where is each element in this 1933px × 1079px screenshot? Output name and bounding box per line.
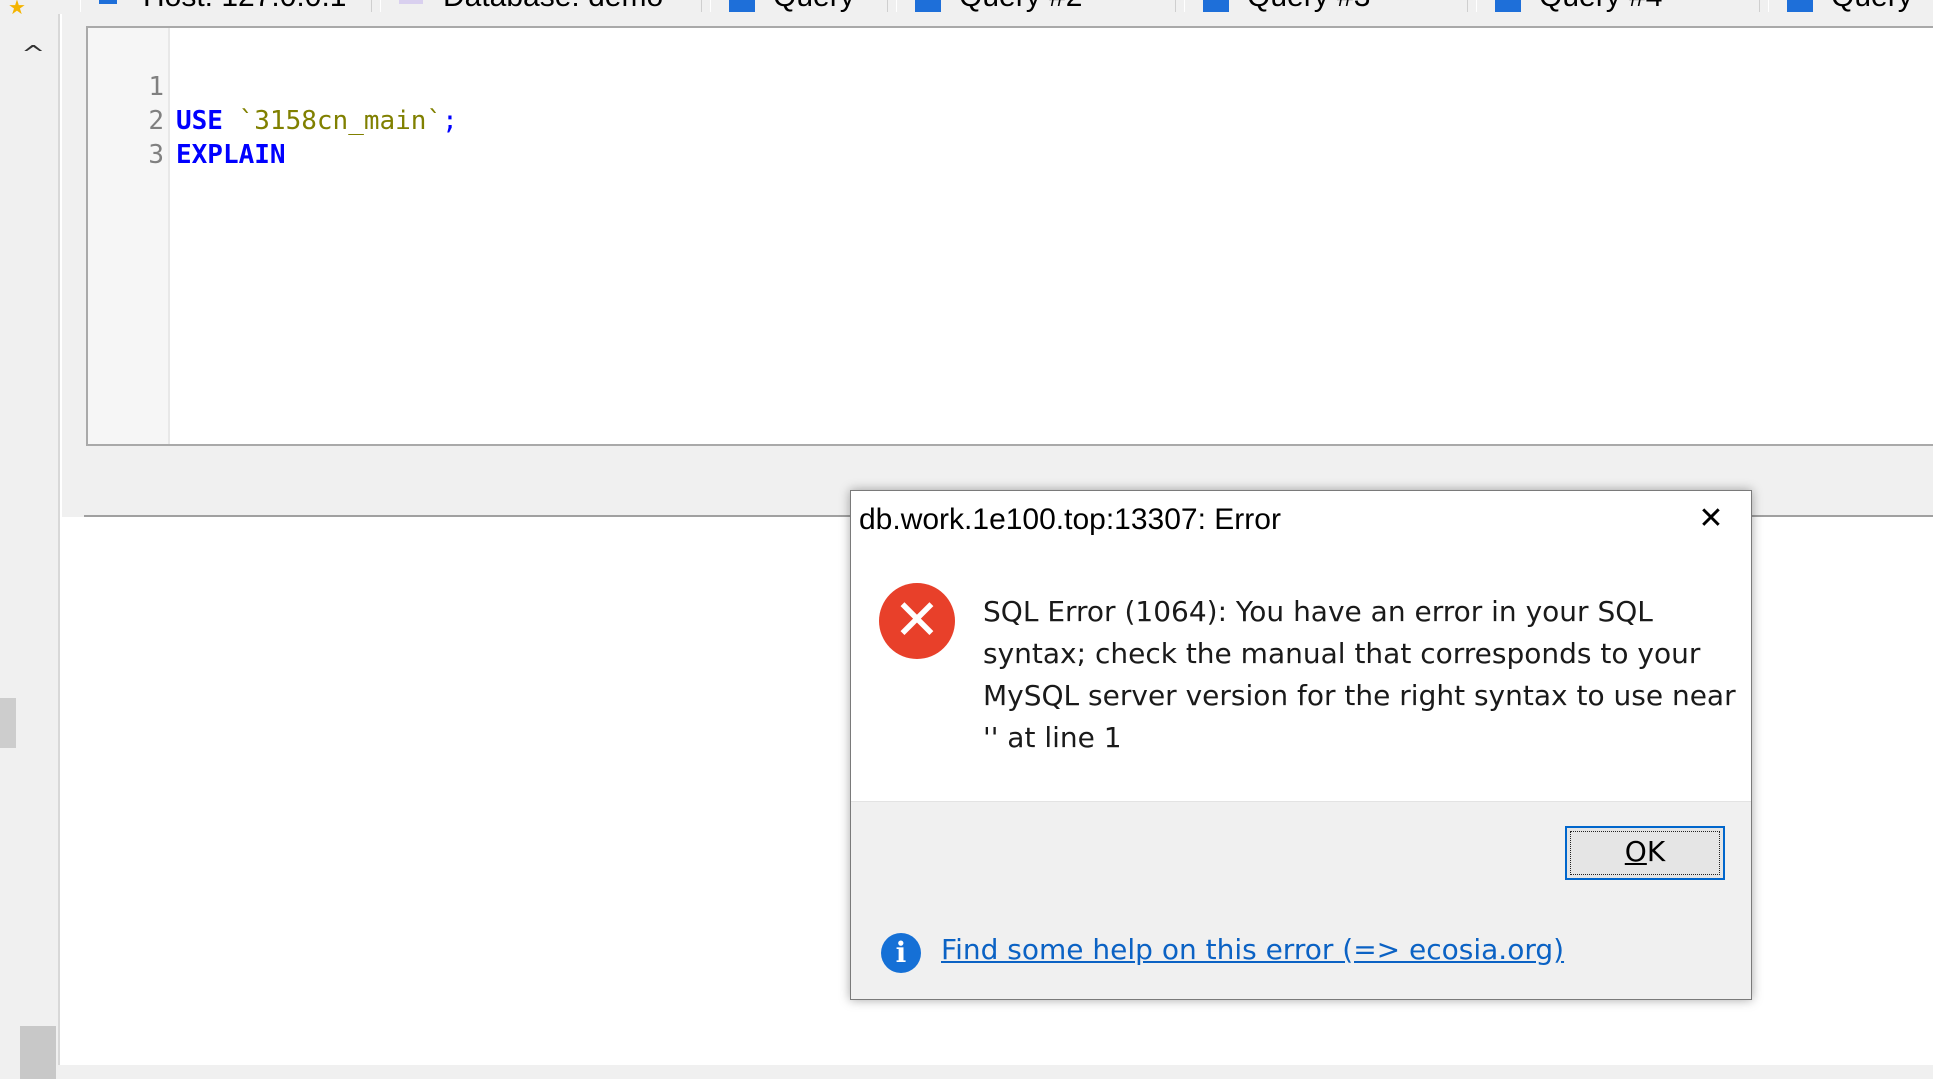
- tab-host[interactable]: Host: 127.0.0.1: [80, 0, 372, 12]
- tab-query-2[interactable]: Query #2: [896, 0, 1176, 12]
- query-icon: [729, 0, 779, 12]
- code-line: 3: [88, 104, 164, 170]
- query-icon: [1787, 0, 1837, 12]
- scroll-up-icon[interactable]: ^: [21, 42, 45, 67]
- close-icon[interactable]: ✕: [1689, 497, 1733, 541]
- tab-query-3[interactable]: Query #3: [1184, 0, 1468, 12]
- dialog-button-bar: OK: [851, 801, 1751, 911]
- error-icon: ✕: [879, 583, 955, 659]
- code-text: USE `3158cn_main`;: [176, 104, 458, 138]
- tab-label: Database: demo: [443, 0, 663, 12]
- dialog-footer: i Find some help on this error (=> ecosi…: [851, 909, 1751, 999]
- sql-editor[interactable]: 1 USE `3158cn_main`; 2 EXPLAIN 3: [86, 26, 1933, 446]
- sql-identifier: `3158cn_main`: [222, 106, 443, 136]
- ok-button[interactable]: OK: [1565, 826, 1725, 880]
- error-dialog: db.work.1e100.top:13307: Error ✕ ✕ SQL E…: [850, 490, 1752, 1000]
- tab-query-5[interactable]: Query: [1768, 0, 1933, 12]
- help-link[interactable]: Find some help on this error (=> ecosia.…: [941, 933, 1564, 966]
- sql-keyword: USE: [176, 106, 223, 136]
- star-icon[interactable]: ★: [8, 0, 26, 14]
- tab-label: Query #3: [1247, 0, 1370, 12]
- tab-label: Query #2: [959, 0, 1082, 12]
- code-line: 1 USE `3158cn_main`;: [88, 36, 457, 136]
- sql-keyword: EXPLAIN: [176, 140, 286, 170]
- query-icon: [1203, 0, 1253, 12]
- left-scroll-panel: ^: [0, 14, 56, 1079]
- host-icon: [99, 0, 117, 4]
- tab-strip: ★ Host: 127.0.0.1 Database: demo Query Q…: [0, 0, 1933, 14]
- left-scrollbar-thumb[interactable]: [0, 698, 16, 748]
- query-icon: [1495, 0, 1545, 12]
- code-line: 2 EXPLAIN: [88, 70, 285, 170]
- error-message: SQL Error (1064): You have an error in y…: [983, 595, 1736, 754]
- tab-label: Query: [773, 0, 855, 12]
- focus-rect: [1570, 831, 1720, 875]
- line-number: 3: [148, 140, 164, 170]
- tab-label: Query #4: [1539, 0, 1662, 12]
- tab-label: Query: [1831, 0, 1913, 12]
- left-scrollbar-handle[interactable]: [20, 1026, 56, 1079]
- tab-query[interactable]: Query: [710, 0, 888, 12]
- info-icon: i: [881, 933, 921, 973]
- tab-label: Host: 127.0.0.1: [143, 0, 346, 12]
- code-text: EXPLAIN: [176, 138, 286, 172]
- sql-punctuation: ;: [442, 106, 458, 136]
- dialog-title: db.work.1e100.top:13307: Error: [859, 503, 1281, 536]
- database-icon: [399, 0, 423, 4]
- tab-query-4[interactable]: Query #4: [1476, 0, 1760, 12]
- tab-database[interactable]: Database: demo: [380, 0, 702, 12]
- query-icon: [915, 0, 965, 12]
